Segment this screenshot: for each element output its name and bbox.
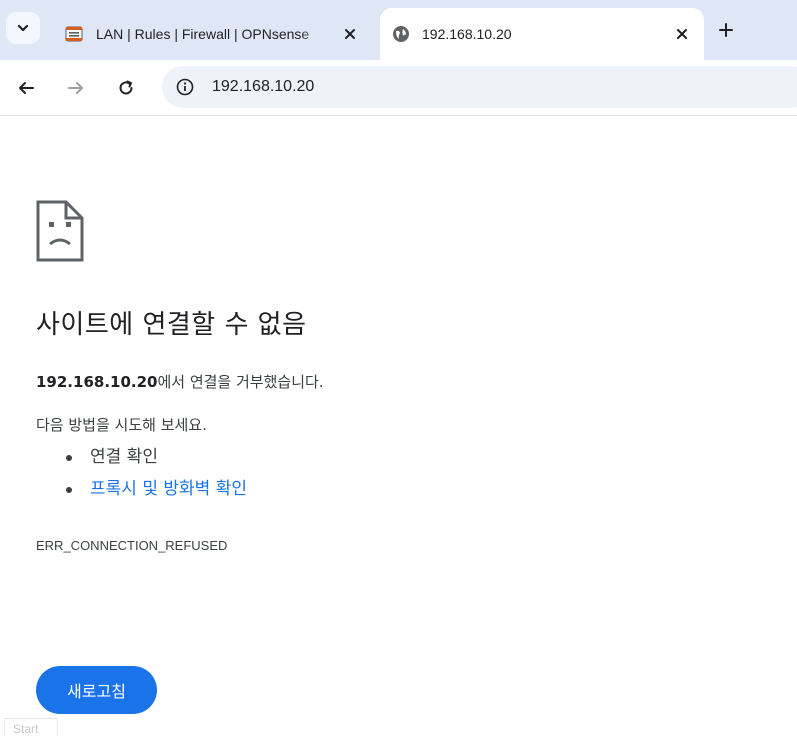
info-icon[interactable] [174, 76, 196, 98]
close-icon [345, 29, 355, 39]
error-host: 192.168.10.20 [36, 373, 158, 391]
tab-opnsense[interactable]: LAN | Rules | Firewall | OPNsense [52, 8, 372, 60]
close-tab-button[interactable] [340, 24, 360, 44]
opnsense-icon [65, 26, 83, 42]
address-bar[interactable]: 192.168.10.20 [162, 66, 797, 108]
back-button[interactable] [12, 74, 40, 102]
browser-toolbar: 192.168.10.20 [0, 60, 797, 116]
chevron-down-icon [17, 24, 29, 32]
tab-active[interactable]: 192.168.10.20 [380, 8, 704, 60]
close-icon [677, 29, 687, 39]
error-code: ERR_CONNECTION_REFUSED [36, 538, 228, 553]
close-tab-button[interactable] [672, 24, 692, 44]
globe-icon [393, 26, 409, 42]
tab-search-button[interactable] [6, 12, 40, 44]
suggestion-check-proxy-firewall-link[interactable]: 프록시 및 방화벽 확인 [62, 478, 247, 500]
arrow-left-icon [19, 82, 34, 94]
tab-title: 192.168.10.20 [422, 26, 512, 42]
reload-page-button[interactable] [112, 74, 140, 102]
start-label[interactable]: Start [4, 718, 58, 736]
tab-title: LAN | Rules | Firewall | OPNsense [96, 26, 310, 42]
reload-button[interactable]: 새로고침 [36, 666, 157, 714]
refresh-icon [119, 80, 133, 95]
error-message-suffix: 에서 연결을 거부했습니다. [157, 373, 324, 391]
error-icon-container [36, 200, 776, 262]
forward-button[interactable] [62, 74, 90, 102]
tab-strip: LAN | Rules | Firewall | OPNsense 192.16… [0, 0, 797, 60]
suggestion-list: 연결 확인 프록시 및 방화벽 확인 [62, 446, 247, 510]
suggestions-label: 다음 방법을 시도해 보세요. [36, 416, 207, 434]
error-message: 192.168.10.20에서 연결을 거부했습니다. [36, 371, 324, 392]
url-text[interactable]: 192.168.10.20 [212, 78, 314, 96]
sad-page-icon [36, 200, 84, 262]
arrow-right-icon [68, 82, 83, 94]
plus-icon [719, 23, 733, 37]
suggestion-check-connection: 연결 확인 [62, 446, 247, 468]
error-title: 사이트에 연결할 수 없음 [36, 310, 307, 340]
new-tab-button[interactable] [712, 16, 740, 44]
